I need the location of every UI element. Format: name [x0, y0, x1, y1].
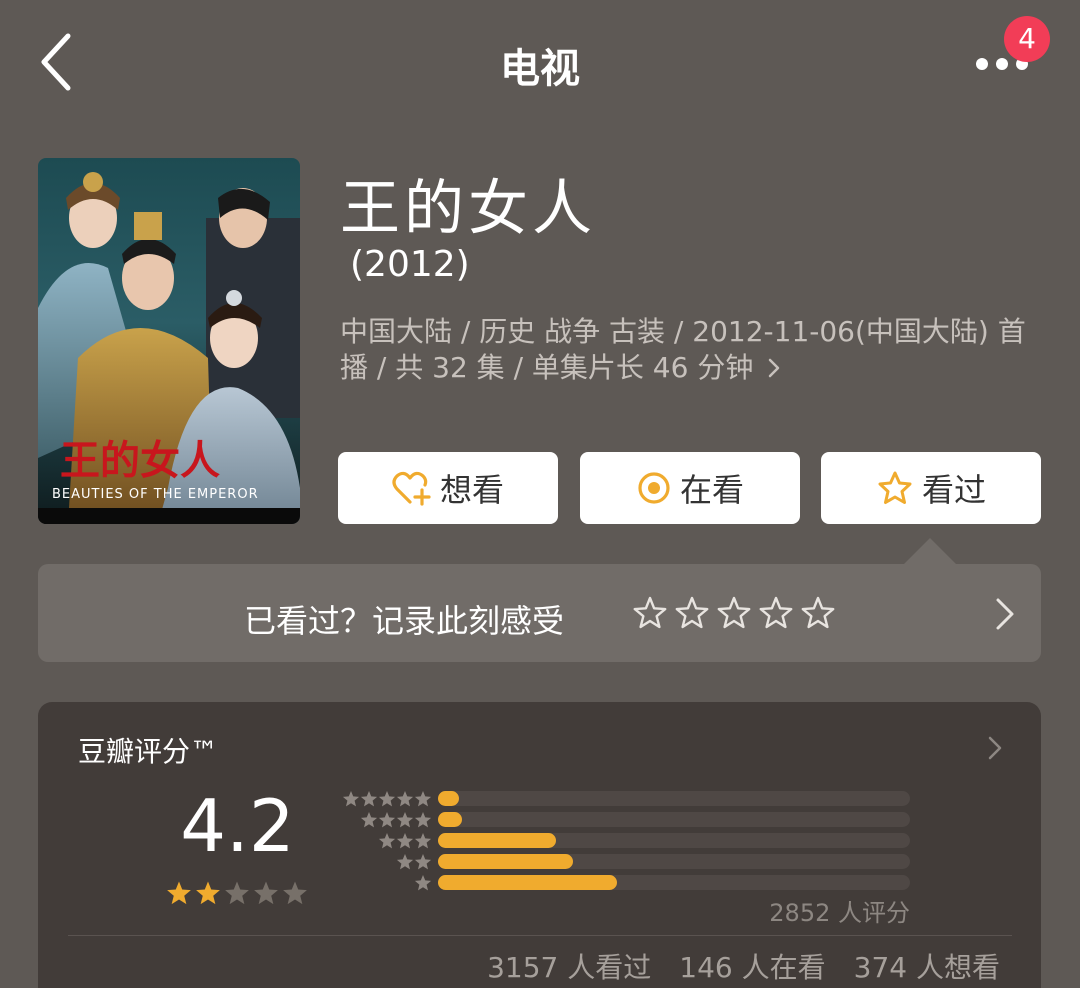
rate-star-icon[interactable]	[633, 596, 667, 629]
notification-badge: 4	[1004, 16, 1050, 62]
distribution-bar	[438, 854, 573, 869]
rate-star-icon[interactable]	[717, 596, 751, 629]
movie-title: 王的女人	[340, 174, 596, 244]
star-filled-icon	[167, 881, 191, 905]
watched-button[interactable]: 看过	[821, 452, 1041, 524]
watching-label: 在看	[679, 471, 744, 509]
distribution-track	[438, 812, 910, 827]
movie-poster[interactable]: 王的女人 BEAUTIES OF THE EMPEROR	[38, 158, 300, 524]
watching-button[interactable]: 在看	[580, 452, 800, 524]
star-filled-icon	[196, 881, 220, 905]
rate-star-icon[interactable]	[759, 596, 793, 629]
rate-stars-input[interactable]	[632, 594, 842, 634]
page-title: 电视	[500, 46, 580, 92]
star-outline-icon	[878, 471, 912, 504]
rate-star-icon[interactable]	[801, 596, 835, 629]
distribution-bar	[438, 791, 459, 806]
distribution-bar	[438, 833, 556, 848]
distribution-stars-icon	[360, 812, 432, 828]
rate-prompt-caret	[904, 538, 956, 564]
distribution-track	[438, 791, 910, 806]
rating-count: 2852 人评分	[769, 899, 910, 927]
score-value: 4.2	[180, 784, 295, 868]
top-bar: 电视 4	[0, 0, 1080, 125]
svg-text:BEAUTIES OF THE EMPEROR: BEAUTIES OF THE EMPEROR	[52, 487, 259, 502]
want-to-watch-label: 想看	[439, 471, 504, 509]
movie-meta-text: 中国大陆 / 历史 战争 古装 / 2012-11-06(中国大陆) 首播 / …	[340, 315, 1026, 384]
watched-label: 看过	[921, 471, 986, 509]
rate-star-icon[interactable]	[675, 596, 709, 629]
distribution-row	[332, 788, 922, 809]
want-to-watch-button[interactable]: 想看	[338, 452, 558, 524]
distribution-bar	[438, 812, 462, 827]
distribution-stars-icon	[396, 854, 432, 870]
movie-meta[interactable]: 中国大陆 / 历史 战争 古装 / 2012-11-06(中国大陆) 首播 / …	[340, 314, 1040, 386]
star-empty-icon	[254, 881, 278, 905]
distribution-bar	[438, 875, 617, 890]
distribution-row	[332, 872, 922, 893]
distribution-stars-icon	[414, 875, 432, 891]
rate-prompt-label: 已看过？记录此刻感受	[244, 602, 565, 640]
rating-distribution	[332, 788, 922, 893]
poster-title-text: 王的女人	[60, 437, 220, 484]
score-stars	[167, 881, 307, 905]
watching-count[interactable]: 146 人在看	[679, 946, 825, 986]
wish-count[interactable]: 374 人想看	[854, 946, 1000, 986]
distribution-row	[332, 851, 922, 872]
divider	[68, 935, 1012, 936]
more-dots-icon	[976, 58, 988, 70]
star-empty-icon	[225, 881, 249, 905]
movie-year: (2012)	[350, 244, 470, 285]
distribution-stars-icon	[342, 791, 432, 807]
rate-prompt-chevron-icon[interactable]	[990, 592, 1020, 636]
distribution-stars-icon	[378, 833, 432, 849]
chevron-right-icon	[769, 358, 780, 378]
heart-plus-icon	[392, 471, 431, 506]
distribution-row	[332, 809, 922, 830]
star-empty-icon	[283, 881, 307, 905]
score-title: 豆瓣评分™	[78, 735, 219, 768]
audience-stats: 3157 人看过 146 人在看 374 人想看	[487, 946, 1000, 986]
watched-count[interactable]: 3157 人看过	[487, 946, 651, 986]
poster-image: 王的女人 BEAUTIES OF THE EMPEROR	[38, 158, 300, 524]
distribution-row	[332, 830, 922, 851]
score-chevron-icon[interactable]	[986, 734, 1006, 762]
target-circle-icon	[638, 472, 670, 504]
